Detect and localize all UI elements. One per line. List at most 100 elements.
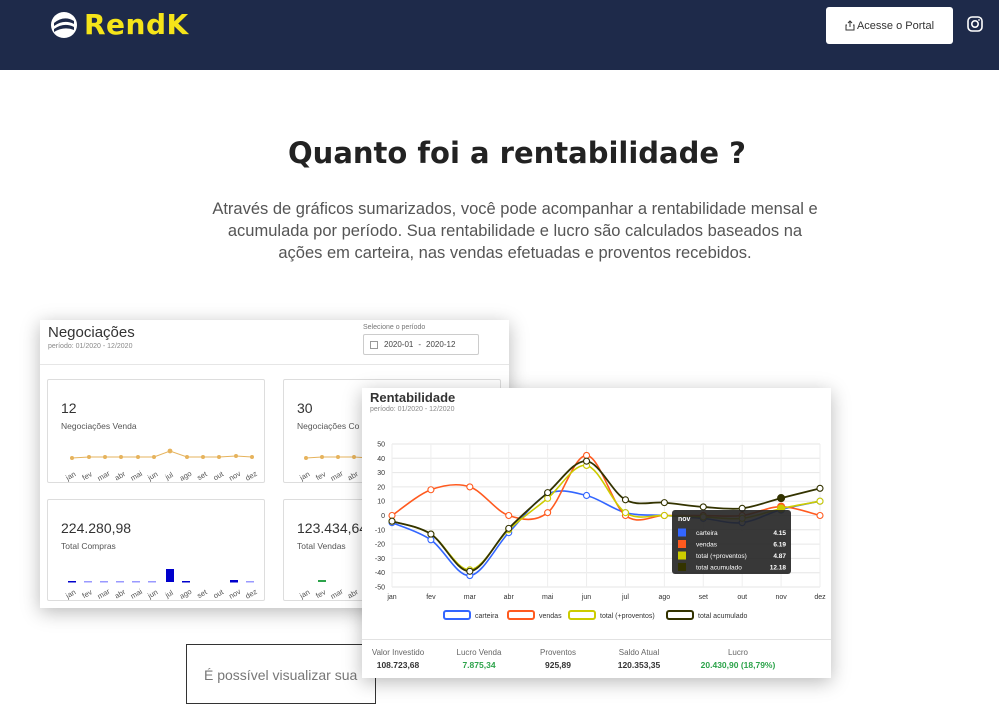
stat-valor-investido: Valor Investido 108.723,68 — [368, 648, 428, 670]
month-tick-label: fev — [81, 469, 94, 482]
info-text: É possível visualizar sua — [204, 667, 358, 683]
x-tick-label: out — [737, 594, 747, 601]
data-point[interactable] — [505, 524, 513, 532]
tooltip-swatch — [678, 551, 686, 560]
month-tick-label: jun — [145, 469, 159, 482]
month-tick-label: fev — [314, 587, 327, 600]
stat-label: Lucro Venda — [456, 648, 502, 657]
legend-label: carteira — [475, 613, 498, 620]
tooltip-swatch — [678, 563, 686, 571]
x-tick-label: abr — [504, 594, 515, 601]
legend-item[interactable]: total (+proventos) — [568, 610, 655, 620]
portal-button-label: Acesse o Portal — [856, 19, 935, 32]
y-tick-label: 40 — [377, 456, 385, 463]
data-point[interactable] — [816, 511, 824, 520]
month-tick-label: fev — [81, 587, 94, 600]
month-tick-label: nov — [227, 587, 242, 601]
data-point[interactable] — [466, 567, 474, 575]
data-point[interactable] — [582, 491, 591, 500]
portal-access-button[interactable]: Acesse o Portal — [826, 7, 953, 44]
share-icon — [845, 20, 855, 31]
y-tick-label: 0 — [381, 513, 385, 520]
instagram-icon[interactable] — [967, 16, 983, 32]
month-tick-label: ago — [178, 469, 193, 483]
chart-tooltip: nov carteira 4.15 vendas 6.19 total (+provent… — [672, 510, 791, 574]
y-tick-label: 50 — [377, 442, 385, 449]
legend-label: total (+proventos) — [600, 613, 655, 620]
sparkline-chart: jan fev mar abr mai jun jul ago set out nov dez — [63, 448, 259, 483]
x-tick-label: mai — [542, 594, 554, 601]
data-point[interactable] — [505, 511, 513, 520]
tooltip-series-value: 6.19 — [773, 542, 786, 549]
stat-saldo-atual: Saldo Atual 120.353,35 — [604, 648, 674, 670]
data-point[interactable] — [582, 457, 591, 465]
legend-swatch — [568, 610, 596, 620]
month-tick-label: jul — [163, 470, 175, 482]
month-tick-label: set — [195, 469, 209, 482]
month-tick-label: jan — [297, 587, 311, 600]
data-point[interactable] — [427, 536, 435, 544]
month-tick-label: mai — [129, 469, 144, 483]
data-point[interactable] — [621, 496, 630, 504]
x-tick-label: nov — [775, 594, 787, 601]
data-point[interactable] — [816, 484, 824, 492]
divider — [40, 364, 509, 365]
tooltip-swatch — [678, 528, 686, 537]
x-tick-label: set — [699, 594, 708, 601]
x-tick-label: jul — [621, 594, 629, 601]
legend-item[interactable]: vendas — [507, 610, 562, 620]
data-point[interactable] — [466, 483, 474, 491]
brand-logo[interactable]: RendK — [50, 8, 189, 41]
tooltip-series-name: carteira — [696, 530, 718, 537]
y-tick-label: 20 — [377, 484, 385, 491]
month-tick-label: mai — [129, 587, 144, 601]
x-tick-label: jan — [386, 594, 396, 601]
y-tick-label: -40 — [375, 570, 385, 577]
brand-name: RendK — [84, 8, 189, 41]
data-point[interactable] — [427, 530, 435, 538]
divider — [362, 639, 831, 640]
legend-swatch — [666, 610, 694, 620]
period-selector-input[interactable]: 2020-01 - 2020-12 — [363, 334, 479, 355]
data-point[interactable] — [699, 503, 707, 511]
stat-value: 7.875,34 — [462, 660, 496, 670]
data-point[interactable] — [388, 517, 396, 525]
month-tick-label: out — [212, 587, 226, 600]
rentabilidade-line-chart[interactable]: 50 40 30 20 10 0 -10 -20 -30 -40 -50jan fev mar abr ma… — [362, 388, 831, 638]
stat-value: 925,89 — [545, 660, 571, 670]
negociacoes-period: período: 01/2020 - 12/2020 — [48, 343, 133, 350]
negociacoes-title: Negociações — [48, 324, 135, 341]
data-point[interactable] — [816, 497, 824, 505]
tooltip-series-value: 12.18 — [770, 565, 787, 572]
month-tick-label: nov — [227, 469, 242, 483]
tooltip-series-name: total acumulado — [696, 565, 742, 572]
month-tick-label: jan — [63, 587, 77, 600]
y-tick-label: -30 — [375, 556, 385, 563]
stat-label: Lucro — [727, 648, 748, 657]
legend-item[interactable]: carteira — [443, 610, 498, 620]
data-point[interactable] — [427, 486, 435, 494]
month-tick-label: mar — [96, 468, 112, 483]
stat-value: 108.723,68 — [376, 660, 420, 670]
month-tick-label: fev — [314, 469, 327, 482]
data-point[interactable] — [388, 511, 396, 520]
month-tick-label: out — [212, 469, 226, 482]
legend-item[interactable]: total acumulado — [666, 610, 748, 620]
data-point[interactable] — [544, 489, 552, 497]
top-navbar: RendK Acesse o Portal — [0, 0, 999, 70]
data-point[interactable] — [660, 499, 668, 507]
period-dash: - — [418, 340, 422, 349]
data-point[interactable] — [660, 511, 668, 520]
page-title: Quanto foi a rentabilidade ? — [288, 136, 746, 170]
data-point[interactable] — [621, 509, 630, 517]
data-point[interactable] — [544, 494, 552, 502]
data-point[interactable] — [544, 509, 552, 517]
calendar-icon — [370, 340, 378, 349]
data-point[interactable] — [582, 451, 591, 459]
data-point[interactable] — [777, 494, 786, 503]
stat-proventos: Proventos 925,89 — [528, 648, 588, 670]
legend-label: total acumulado — [698, 613, 748, 620]
tooltip-series-value: 4.87 — [773, 553, 786, 560]
x-tick-label: fev — [426, 594, 436, 601]
tooltip-series-name: vendas — [696, 542, 718, 549]
